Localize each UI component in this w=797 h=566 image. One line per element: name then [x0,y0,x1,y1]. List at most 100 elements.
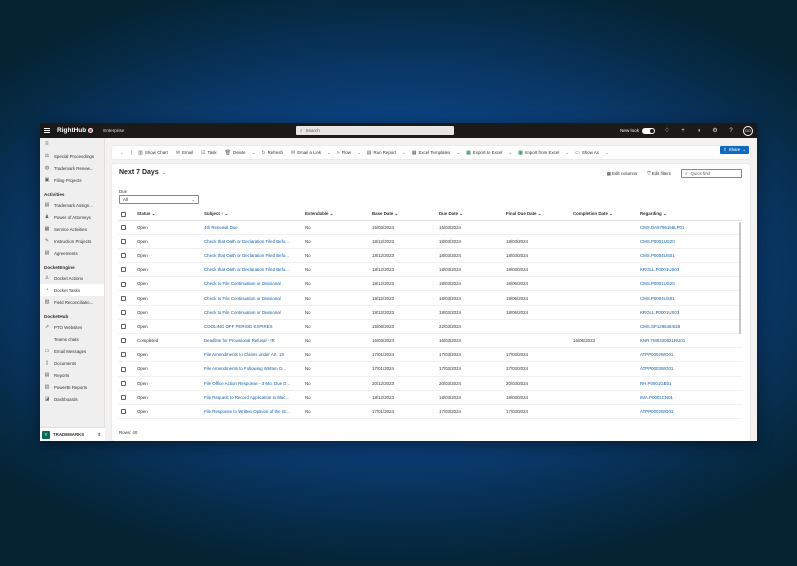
cell-regarding[interactable]: CMS.P0001US20 [637,276,742,292]
edit-filters-button[interactable]: ⛉ Edit filters [647,171,671,176]
cell-regarding[interactable]: CMS.P0001US20 [637,234,742,249]
row-checkbox[interactable] [118,220,134,235]
cell-regarding[interactable]: RH.P0001GB01 [637,376,742,391]
scrollbar[interactable] [739,222,741,334]
back-icon[interactable]: ← [116,150,129,156]
email-a-link-button[interactable]: ✉ Email a Link [287,150,325,156]
sidebar-item-filing-projects[interactable]: ▣ Filing Projects [40,174,104,186]
sidebar-item-email-messages[interactable]: ▭ Email Messages [40,345,104,357]
due-filter-select[interactable]: All ⌄ [119,195,199,204]
email-button[interactable]: ✉ Email [172,150,197,156]
bell-icon[interactable]: ◖ [695,128,703,134]
row-checkbox[interactable] [118,376,134,391]
cell-regarding[interactable]: KNR.TM0320821RU01 [637,333,742,349]
lightbulb-icon[interactable]: ♢ [663,127,671,134]
cell-subject[interactable]: Check to File Continuation or Divisional [201,290,302,306]
table-row[interactable]: Open 4th Renewal Due No 15/03/2024 15/03/202… [118,220,742,235]
column-header-completion-date[interactable]: Completion Date ⌄ [570,209,637,221]
search-input[interactable]: ⌕ Search [296,126,454,135]
cell-regarding[interactable]: CMS.SP1296484GB [637,319,742,335]
sidebar-item-trademark-assign[interactable]: ▤ Trademark Assign... [40,199,104,211]
run-report-button[interactable]: ▤ Run Report [363,150,400,156]
cell-regarding[interactable]: IMA.P0001CN01 [637,390,742,405]
cell-subject[interactable]: Check that Oath or Declaration Filed Bef… [201,248,302,264]
help-icon[interactable]: ? [727,128,735,134]
column-header-due-date[interactable]: Due Date ⌄ [436,209,503,221]
select-all-checkbox[interactable] [118,209,134,221]
flow-button[interactable]: » Flow [333,150,355,156]
table-row[interactable]: Open Check to File Continuation or Divisi… [118,305,742,320]
chevron-down-icon[interactable]: ⌄ [454,150,462,156]
row-checkbox[interactable] [118,248,134,264]
row-checkbox[interactable] [118,390,134,405]
show-chart-button[interactable]: ▥ Show Chart [134,150,172,156]
table-row[interactable]: Open Check that Oath or Declaration Filed… [118,248,742,264]
sidebar-item-agreements[interactable]: ▤ Agreements [40,247,104,259]
row-checkbox[interactable] [118,262,134,278]
cell-regarding[interactable]: ATPP0002WO01 [637,404,742,420]
cell-subject[interactable]: File Request to Record Application in Ma… [201,390,302,405]
cell-subject[interactable]: Check that Oath or Declaration Filed Bef… [201,234,302,249]
cell-subject[interactable]: File Response to Written Opinion of the … [201,404,302,420]
cell-regarding[interactable]: ATPP0003WO01 [637,361,742,377]
app-launcher-icon[interactable] [41,123,53,138]
sidebar-item-documents[interactable]: ▯ Documents [40,357,104,369]
sidebar-item-reports[interactable]: ▤ Reports [40,369,104,381]
delete-button[interactable]: 🗑 Delete [221,150,250,156]
row-checkbox[interactable] [118,234,134,249]
column-header-final-due-date[interactable]: Final Due Date ⌄ [503,209,570,221]
column-header-regarding[interactable]: Regarding ⌄ [637,209,742,221]
table-row[interactable]: Open Check that Oath or Declaration Filed… [118,262,742,278]
cell-regarding[interactable]: CMS.P0004US01 [637,248,742,264]
export-to-excel-button[interactable]: ▦ Export to Excel [462,150,506,156]
row-checkbox[interactable] [118,319,134,335]
table-row[interactable]: Open File Amendments to Following Written… [118,361,742,377]
cell-subject[interactable]: File Amendments to Following Written O..… [201,361,302,377]
row-checkbox[interactable] [118,404,134,420]
sidebar-item-instruction-projects[interactable]: ✎ Instruction Projects [40,235,104,247]
cell-subject[interactable]: Check to File Continuation or Divisional [201,276,302,292]
table-row[interactable]: Open Check to File Continuation or Divisi… [118,276,742,292]
hamburger-icon[interactable]: ≡ [40,138,104,150]
share-button[interactable]: ⇪ Share ⌄ [720,145,749,154]
sidebar-item-trademark-renew[interactable]: ◍ Trademark Renew... [40,162,104,174]
cell-subject[interactable]: File Amendments to Claims under Art. 19 [201,347,302,363]
chevron-down-icon[interactable]: ⌄ [250,150,258,156]
column-header-status[interactable]: Status ⌄ [134,209,201,221]
cell-regarding[interactable]: KROLL.P0001US03 [637,262,742,278]
refresh-button[interactable]: ↻ Refresh [257,150,287,156]
sidebar-item-service-activities[interactable]: ▦ Service Activities [40,223,104,235]
row-checkbox[interactable] [118,305,134,320]
task-button[interactable]: ☑ Task [197,150,221,156]
column-header-subject[interactable]: Subject ↑ ⌄ [201,209,302,221]
cell-subject[interactable]: File Office Action Response - 3 Mo. Due … [201,376,302,391]
table-row[interactable]: Completed Deadline for Provisional Refusa… [118,333,742,349]
table-row[interactable]: Open File Office Action Response - 3 Mo. … [118,376,742,391]
table-row[interactable]: Open Check to File Continuation or Divisi… [118,290,742,306]
sidebar-item-docket-actions[interactable]: ♙ Docket Actions [40,272,104,284]
cell-subject[interactable]: Check to File Continuation or Divisional [201,305,302,320]
sidebar-item-power-of-attorneys[interactable]: ♟ Power of Attorneys [40,211,104,223]
cell-subject[interactable]: 4th Renewal Due [201,220,302,235]
chevron-down-icon[interactable]: ⌄ [506,150,514,156]
row-checkbox[interactable] [118,361,134,377]
sidebar-item-teams-chats[interactable]: Teams chats [40,333,104,345]
row-checkbox[interactable] [118,290,134,306]
sidebar-item-pto-websites[interactable]: ⇗ PTO Websites [40,321,104,333]
excel-templates-button[interactable]: ▦ Excel Templates [408,150,455,156]
chevron-down-icon[interactable]: ⌄ [603,150,611,156]
toggle-switch[interactable] [642,127,655,134]
row-checkbox[interactable] [118,347,134,363]
show-as-button[interactable]: ▭ Show As [571,150,603,156]
quick-find-input[interactable]: ⌕ Quick find [681,169,742,178]
app-brand[interactable]: RightHub [57,127,94,134]
view-selector[interactable]: Next 7 Days ⌄ [119,169,166,176]
sidebar-item-special-proceedings[interactable]: ⚖ Special Proceedings [40,150,104,162]
table-row[interactable]: Open Check that Oath or Declaration Filed… [118,234,742,249]
chevron-down-icon[interactable]: ⌄ [325,150,333,156]
sidebar-item-field-reconciliatio[interactable]: ▧ Field Reconciliatio... [40,296,104,308]
row-checkbox[interactable] [118,276,134,292]
edit-columns-button[interactable]: ▦ Edit columns [607,171,638,177]
gear-icon[interactable]: ⚙ [711,127,719,134]
plus-icon[interactable]: + [679,128,687,134]
